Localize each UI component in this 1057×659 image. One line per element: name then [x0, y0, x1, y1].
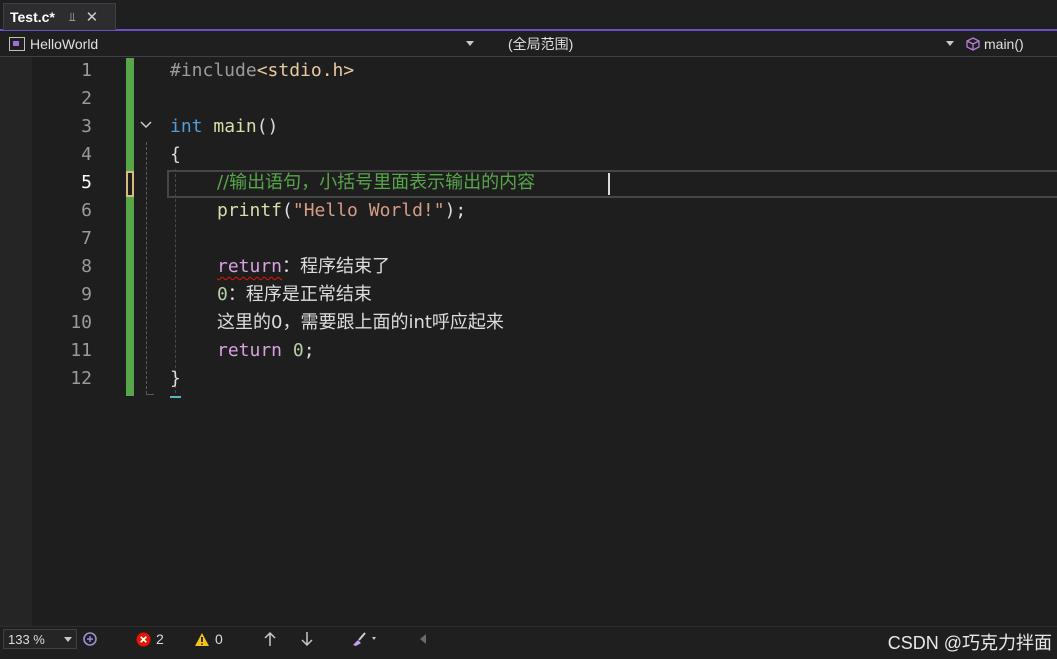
- warnings-indicator[interactable]: 0: [194, 629, 223, 649]
- close-brace: }: [170, 368, 181, 389]
- arrow-down-icon: [301, 632, 313, 647]
- error-icon: [136, 632, 151, 646]
- string-literal: "Hello World!": [292, 200, 445, 221]
- code-line-5: //输出语句，小括号里面表示输出的内容: [0, 169, 1057, 197]
- function-call: printf: [217, 200, 283, 221]
- tab-test-c[interactable]: Test.c* ⫫ ✕: [3, 3, 116, 30]
- brush-icon: [353, 632, 376, 646]
- warning-count: 0: [215, 631, 223, 647]
- code-cleanup-button[interactable]: [350, 629, 385, 649]
- comment: //输出语句，小括号里面表示输出的内容: [217, 172, 536, 193]
- invalid-text: ：程序是正常结束: [227, 284, 372, 305]
- zoom-dropdown[interactable]: 133 %: [3, 629, 77, 649]
- keyword-return-error: return: [217, 256, 283, 277]
- line-number: 7: [81, 228, 92, 249]
- scroll-left-icon: [420, 634, 426, 644]
- code-line-12: }: [0, 365, 1057, 393]
- number-literal: 0: [217, 284, 228, 305]
- project-label: HelloWorld: [30, 36, 99, 52]
- git-icon[interactable]: [82, 629, 103, 649]
- code-line-10: 这里的0，需要跟上面的int呼应起来: [0, 309, 1057, 337]
- pin-icon[interactable]: ⫫: [69, 10, 76, 25]
- keyword-int: int: [170, 116, 203, 137]
- code-line-1: #include<stdio.h>: [0, 57, 1057, 85]
- number-literal: 0: [292, 340, 304, 361]
- dropdown-arrow-icon: [64, 637, 72, 642]
- tab-title: Test.c*: [10, 9, 55, 25]
- zoom-level: 133 %: [8, 631, 45, 647]
- warning-icon: [195, 632, 209, 646]
- errors-indicator[interactable]: 2: [136, 629, 164, 649]
- dropdown-arrow-icon: [466, 41, 474, 46]
- invalid-text: 这里的0，需要跟上面的int呼应起来: [217, 312, 504, 333]
- semicolon: ;: [303, 340, 315, 361]
- member-label: main(): [984, 36, 1024, 52]
- member-dropdown[interactable]: main(): [960, 33, 1057, 55]
- code-line-11: return 0;: [0, 337, 1057, 365]
- document-tab-strip: Test.c* ⫫ ✕: [0, 0, 1057, 31]
- code-line-8: return：程序结束了: [0, 253, 1057, 281]
- code-line-4: {: [0, 141, 1057, 169]
- invalid-text: ：程序结束了: [282, 256, 391, 277]
- watermark-text: CSDN @巧克力拌面: [887, 633, 1052, 653]
- arrow-up-icon: [264, 631, 276, 646]
- next-issue-button[interactable]: [300, 629, 319, 649]
- horizontal-scroll-left[interactable]: [418, 629, 433, 649]
- include-header: <stdio.h>: [256, 60, 355, 81]
- scope-label: (全局范围): [508, 36, 574, 52]
- brace-match-underline: [170, 396, 181, 398]
- fold-region-end: [146, 394, 154, 395]
- error-count: 2: [156, 631, 164, 647]
- function-name: main: [213, 116, 257, 137]
- project-dropdown[interactable]: HelloWorld: [0, 33, 478, 55]
- scope-dropdown[interactable]: (全局范围): [482, 33, 958, 55]
- text-caret: [608, 173, 610, 195]
- preprocessor-directive: #include: [170, 60, 257, 81]
- dropdown-arrow-icon: [946, 41, 954, 46]
- git-status-icon: [83, 632, 97, 646]
- code-line-3: int main(): [0, 113, 1057, 141]
- paren-close: );: [444, 200, 467, 221]
- parens: (): [256, 116, 279, 137]
- close-icon[interactable]: ✕: [86, 8, 99, 26]
- code-editor[interactable]: 1 2 3 4 5 6 7 8 9 10 11 12 #include<stdi…: [0, 57, 1057, 626]
- editor-status-bar: 133 % 2 0 CSDN @巧克力拌面: [0, 626, 1057, 659]
- previous-issue-button[interactable]: [263, 629, 282, 649]
- code-line-9: 0：程序是正常结束: [0, 281, 1057, 309]
- project-icon: [9, 37, 25, 51]
- navigation-bar: HelloWorld (全局范围) main(): [0, 31, 1057, 57]
- paren-open: (: [282, 200, 293, 221]
- code-line-6: printf("Hello World!");: [0, 197, 1057, 225]
- cube-icon: [966, 37, 980, 51]
- open-brace: {: [170, 144, 181, 165]
- keyword-return: return: [217, 340, 283, 361]
- line-number: 2: [81, 88, 92, 109]
